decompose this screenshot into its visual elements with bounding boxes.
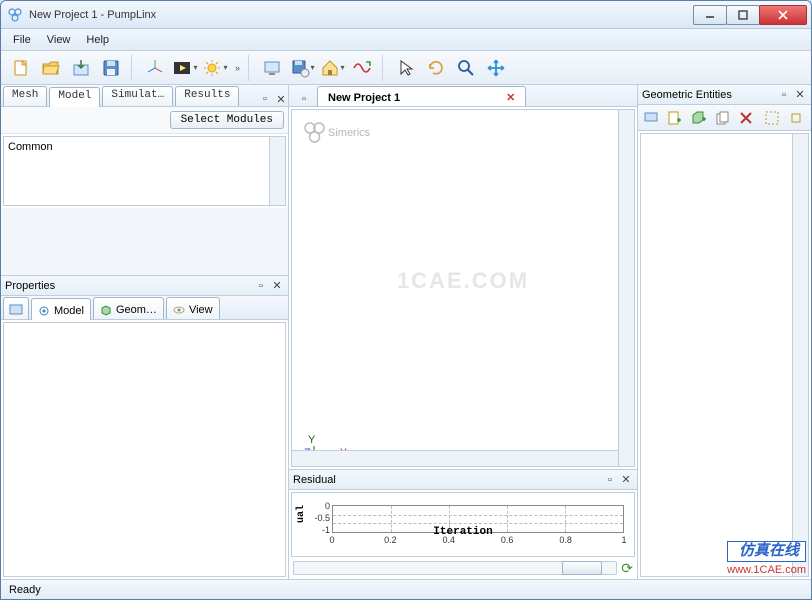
window-title: New Project 1 - PumpLinx	[29, 9, 694, 21]
residual-title-bar[interactable]: Residual ▫ ✕	[289, 470, 637, 490]
left-column: Mesh Model Simulat… Results ▫ ✕ Select M…	[1, 85, 289, 579]
toolbar-overflow-icon[interactable]: »	[235, 63, 240, 73]
left-spacer	[1, 208, 288, 275]
properties-panel: Properties ▫ ✕ Model Geom… View	[1, 275, 288, 579]
geo-toolbar	[638, 105, 811, 131]
geo-copy-icon[interactable]	[713, 107, 733, 129]
view-tab-label: New Project 1	[328, 92, 400, 104]
geo-delete-icon[interactable]	[736, 107, 756, 129]
pin-icon[interactable]: ▫	[297, 92, 311, 106]
left-tabs: Mesh Model Simulat… Results ▫ ✕	[1, 85, 288, 107]
model-tree[interactable]: Common	[3, 136, 286, 206]
close-panel-icon[interactable]: ✕	[793, 88, 807, 102]
watermark-logo: 仿真在线 www.1CAE.com	[727, 541, 806, 576]
main-toolbar: ▾ ▾ » ▾ ▾	[1, 51, 811, 85]
prop-tab-view[interactable]: View	[166, 297, 220, 319]
toolbar-separator	[131, 55, 137, 81]
app-icon	[7, 7, 23, 23]
pan-icon[interactable]	[482, 54, 510, 82]
chart-xlabel: Iteration	[433, 526, 492, 538]
geo-add-box-icon[interactable]	[689, 107, 709, 129]
scrollbar-horizontal[interactable]	[292, 450, 618, 466]
scrollbar-vertical[interactable]	[792, 134, 808, 576]
sun-icon[interactable]: ▾	[201, 54, 229, 82]
geo-add-sheet-icon[interactable]	[665, 107, 685, 129]
center-column: ▫ New Project 1 ✕ Simerics 1CAE.COM Y Z	[289, 85, 638, 579]
tab-results[interactable]: Results	[175, 86, 239, 106]
prop-tab-model[interactable]: Model	[31, 298, 91, 320]
view-tab-project[interactable]: New Project 1 ✕	[317, 86, 526, 106]
pin-icon[interactable]: ▫	[258, 92, 272, 106]
app-window: New Project 1 - PumpLinx File View Help …	[0, 0, 812, 600]
tab-simulation[interactable]: Simulat…	[102, 86, 173, 106]
geo-title-bar[interactable]: Geometric Entities ▫ ✕	[638, 85, 811, 105]
properties-tabs: Model Geom… View	[1, 296, 288, 320]
close-panel-icon[interactable]: ✕	[274, 92, 288, 106]
tab-model[interactable]: Model	[49, 87, 100, 107]
close-panel-icon[interactable]: ✕	[270, 279, 284, 293]
scrollbar-vertical[interactable]	[618, 110, 634, 466]
pin-icon[interactable]: ▫	[777, 88, 791, 102]
menu-file[interactable]: File	[5, 32, 39, 48]
maximize-button[interactable]	[726, 5, 760, 25]
menu-help[interactable]: Help	[78, 32, 117, 48]
geo-expand-icon[interactable]	[762, 107, 782, 129]
close-panel-icon[interactable]: ✕	[619, 473, 633, 487]
refresh-icon[interactable]: ⟳	[621, 560, 633, 577]
view-tabs: ▫ New Project 1 ✕	[289, 85, 637, 107]
modules-bar: Select Modules	[1, 107, 288, 134]
prop-tab-overview[interactable]	[3, 297, 29, 319]
monitor-icon[interactable]	[258, 54, 286, 82]
toolbar-separator	[382, 55, 388, 81]
geo-monitor-icon[interactable]	[641, 107, 661, 129]
minimize-button[interactable]	[693, 5, 727, 25]
import-icon[interactable]	[67, 54, 95, 82]
rotate-icon[interactable]	[422, 54, 450, 82]
close-tab-icon[interactable]: ✕	[506, 91, 515, 104]
geo-body[interactable]	[640, 133, 809, 577]
residual-title: Residual	[293, 474, 336, 486]
watermark-text: 1CAE.COM	[397, 268, 529, 294]
viewport-canvas[interactable]: Simerics 1CAE.COM Y Z X	[291, 109, 635, 467]
home-icon[interactable]: ▾	[318, 54, 346, 82]
status-text: Ready	[9, 584, 41, 596]
save-settings-icon[interactable]: ▾	[288, 54, 316, 82]
properties-body	[3, 322, 286, 577]
save-icon[interactable]	[97, 54, 125, 82]
geo-collapse-icon[interactable]	[786, 107, 806, 129]
residual-chart: ual 0 -0.5 -1 0 0.2 0.4 0.6 0.8 1 Iterat…	[291, 492, 635, 557]
pin-icon[interactable]: ▫	[603, 473, 617, 487]
pin-icon[interactable]: ▫	[254, 279, 268, 293]
residual-slider-row: ⟳	[289, 559, 637, 579]
properties-title-bar[interactable]: Properties ▫ ✕	[1, 276, 288, 296]
pointer-icon[interactable]	[392, 54, 420, 82]
wave-icon[interactable]	[348, 54, 376, 82]
select-modules-button[interactable]: Select Modules	[170, 111, 284, 129]
tab-mesh[interactable]: Mesh	[3, 86, 47, 106]
client-area: Mesh Model Simulat… Results ▫ ✕ Select M…	[1, 85, 811, 579]
residual-slider[interactable]	[293, 561, 617, 575]
properties-title: Properties	[5, 280, 55, 292]
menu-view[interactable]: View	[39, 32, 79, 48]
open-folder-icon[interactable]	[37, 54, 65, 82]
geo-title: Geometric Entities	[642, 89, 732, 101]
status-bar: Ready	[1, 579, 811, 599]
axes-icon[interactable]	[141, 54, 169, 82]
prop-tab-geom[interactable]: Geom…	[93, 297, 164, 319]
slider-thumb[interactable]	[562, 561, 602, 575]
play-icon[interactable]: ▾	[171, 54, 199, 82]
new-file-icon[interactable]	[7, 54, 35, 82]
title-bar[interactable]: New Project 1 - PumpLinx	[1, 1, 811, 29]
brand-logo: Simerics	[302, 120, 370, 146]
scrollbar-vertical[interactable]	[269, 137, 285, 205]
zoom-icon[interactable]	[452, 54, 480, 82]
menu-bar: File View Help	[1, 29, 811, 51]
tree-item-common[interactable]: Common	[8, 141, 281, 153]
toolbar-separator	[248, 55, 254, 81]
close-button[interactable]	[759, 5, 807, 25]
residual-panel: Residual ▫ ✕ ual 0 -0.5 -1 0 0.2	[289, 469, 637, 579]
right-column: Geometric Entities ▫ ✕	[638, 85, 811, 579]
